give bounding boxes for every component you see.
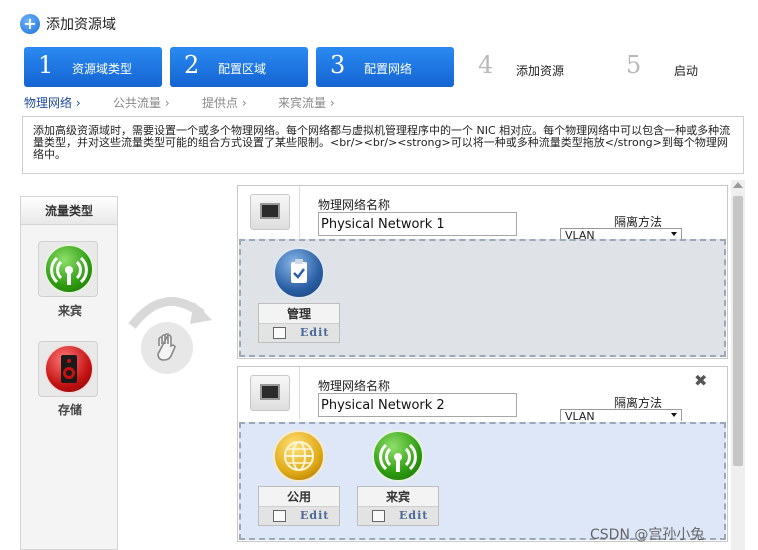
subtab-label: 公共流量 xyxy=(113,96,162,110)
network-name-input[interactable] xyxy=(318,212,517,236)
step-label: 配置区域 xyxy=(218,62,267,76)
network-name-label: 物理网络名称 xyxy=(318,379,391,393)
traffic-drop-zone[interactable]: 管理 Edit xyxy=(239,239,726,357)
step-4: 4 添加资源 xyxy=(464,47,602,87)
step-3[interactable]: 3 配置网络 xyxy=(316,47,454,87)
traffic-item-label: 存储 xyxy=(57,403,82,417)
guest-traffic-icon xyxy=(44,244,94,294)
traffic-type-header: 流量类型 xyxy=(21,197,117,225)
isolation-value: VLAN xyxy=(565,410,595,421)
traffic-card-label: 公用 xyxy=(259,487,339,507)
edit-icon xyxy=(372,510,385,522)
wifi-icon xyxy=(50,256,88,285)
isolation-method-select[interactable]: VLAN xyxy=(560,409,682,421)
wifi-icon xyxy=(379,443,417,472)
traffic-drop-zone[interactable]: 公用 Edit 来宾 Edit xyxy=(239,422,726,540)
network-header: 物理网络名称 隔离方法 VLAN ✖ xyxy=(238,367,727,421)
traffic-item-storage[interactable] xyxy=(38,341,98,397)
traffic-type-panel: 流量类型 来宾 存储 xyxy=(20,196,118,550)
step-label: 添加资源 xyxy=(516,64,565,78)
step-number: 4 xyxy=(478,51,494,79)
subtab-label: 物理网络 xyxy=(24,96,73,110)
management-traffic-icon xyxy=(273,247,325,299)
traffic-card-label: 来宾 xyxy=(358,487,438,507)
network-header: 物理网络名称 隔离方法 VLAN xyxy=(238,186,727,240)
remove-network-close-icon[interactable]: ✖ xyxy=(694,371,707,390)
step-number: 1 xyxy=(38,51,54,79)
public-traffic-icon xyxy=(273,430,325,482)
step-2[interactable]: 2 配置区域 xyxy=(170,47,308,87)
network-name-label: 物理网络名称 xyxy=(318,198,391,212)
step-label: 启动 xyxy=(674,64,699,78)
guest-traffic-icon xyxy=(372,430,424,482)
step-number: 5 xyxy=(626,51,642,79)
drag-hand-icon xyxy=(141,322,193,374)
network-port-icon xyxy=(250,375,290,411)
subtab-guest-traffic[interactable]: 来宾流量 › xyxy=(278,94,335,111)
subtab-label: 提供点 xyxy=(202,96,239,110)
edit-label: Edit xyxy=(399,509,429,522)
scroll-up-icon[interactable] xyxy=(733,182,743,188)
traffic-item-guest[interactable] xyxy=(38,241,98,297)
add-icon: + xyxy=(20,14,40,34)
edit-icon xyxy=(273,510,286,522)
physical-network-panel: 物理网络名称 隔离方法 VLAN 管理 Edit xyxy=(237,185,728,359)
traffic-card-label: 管理 xyxy=(259,304,339,324)
add-zone-wizard: + 添加资源域 1 资源域类型 2 配置区域 3 配置网络 4 添加资源 5 启… xyxy=(0,0,758,550)
subtab-public-traffic[interactable]: 公共流量 › xyxy=(113,94,170,111)
step-number: 3 xyxy=(330,51,346,79)
edit-icon xyxy=(273,327,286,339)
edit-button[interactable]: Edit xyxy=(259,507,339,525)
traffic-card-guest[interactable]: 来宾 Edit xyxy=(357,486,439,526)
subtab-pod[interactable]: 提供点 › xyxy=(202,94,247,111)
speaker-icon xyxy=(61,355,77,383)
clipboard-icon xyxy=(291,259,307,283)
step-label: 配置网络 xyxy=(364,62,413,76)
watermark: CSDN @宫孙小兔 xyxy=(590,527,705,543)
step-label: 资源域类型 xyxy=(72,62,133,76)
chevron-down-icon xyxy=(671,232,677,236)
step-5: 5 启动 xyxy=(612,47,750,87)
storage-traffic-icon xyxy=(44,344,94,394)
scrollbar-thumb[interactable] xyxy=(733,196,743,466)
description-text: 添加高级资源域时，需要设置一个或多个物理网络。每个网络都与虚拟机管理程序中的一个… xyxy=(22,116,744,174)
chevron-down-icon xyxy=(671,413,677,417)
page-title: 添加资源域 xyxy=(46,17,116,33)
edit-button[interactable]: Edit xyxy=(259,324,339,342)
network-port-icon xyxy=(250,194,290,230)
edit-button[interactable]: Edit xyxy=(358,507,438,525)
edit-label: Edit xyxy=(300,509,330,522)
physical-network-panel: 物理网络名称 隔离方法 VLAN ✖ 公用 xyxy=(237,366,728,542)
step-number: 2 xyxy=(184,51,200,79)
network-name-input[interactable] xyxy=(318,393,517,417)
traffic-card-management[interactable]: 管理 Edit xyxy=(258,303,340,343)
traffic-card-public[interactable]: 公用 Edit xyxy=(258,486,340,526)
edit-label: Edit xyxy=(300,326,330,339)
step-1[interactable]: 1 资源域类型 xyxy=(24,47,162,87)
subtab-physical-network[interactable]: 物理网络 › xyxy=(24,94,81,111)
subtab-label: 来宾流量 xyxy=(278,96,327,110)
traffic-item-label: 来宾 xyxy=(57,304,82,318)
globe-icon xyxy=(284,441,314,471)
